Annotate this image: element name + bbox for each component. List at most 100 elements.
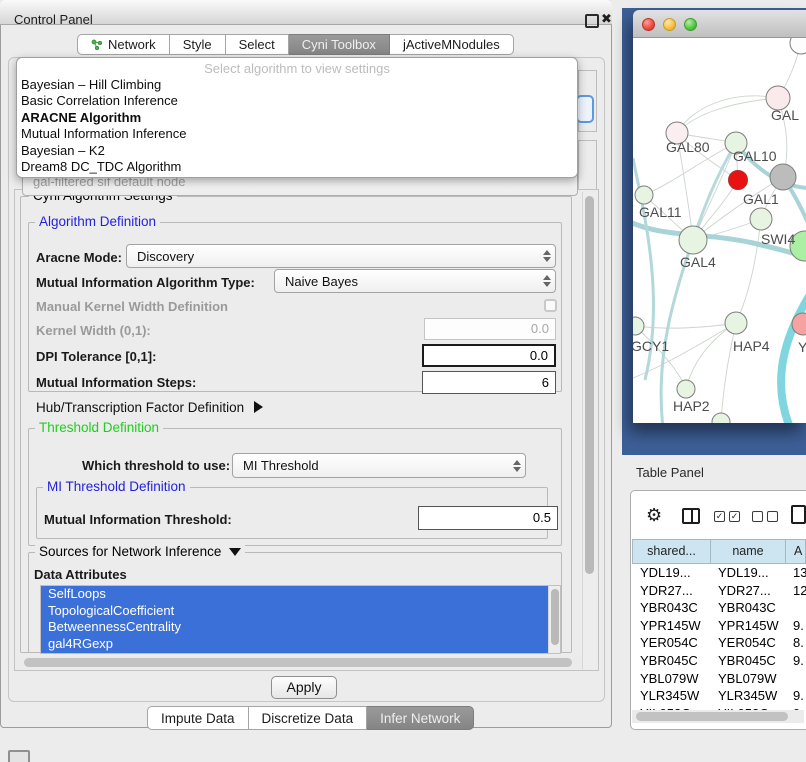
list-scrollbar-thumb[interactable]: [551, 589, 559, 645]
table-cell[interactable]: YER054C: [632, 634, 710, 652]
node-hap2[interactable]: [677, 380, 695, 398]
tab-network[interactable]: Network: [77, 34, 170, 55]
close-traffic-light-icon[interactable]: [642, 18, 655, 31]
table-cell[interactable]: YDR27...: [632, 582, 710, 600]
table-cell[interactable]: YBR045C: [632, 652, 710, 670]
column-header-clipped[interactable]: A: [785, 539, 806, 564]
tab-impute-data[interactable]: Impute Data: [147, 706, 249, 730]
tab-infer-network[interactable]: Infer Network: [367, 706, 474, 730]
table-row[interactable]: YER054CYER054C8.: [632, 634, 806, 652]
checked-checkbox-icon[interactable]: ✓: [729, 511, 740, 522]
table-cell[interactable]: YDL19...: [632, 564, 710, 582]
list-item[interactable]: TopologicalCoefficient: [41, 603, 548, 620]
table-row[interactable]: YPR145WYPR145W9.: [632, 617, 806, 635]
table-cell[interactable]: 9.: [785, 687, 806, 705]
table-row[interactable]: YDL19...YDL19...13: [632, 564, 806, 582]
table-cell[interactable]: YPR145W: [710, 617, 785, 635]
document-icon[interactable]: [791, 505, 806, 524]
tab-jactivemnodules[interactable]: jActiveMNodules: [390, 34, 514, 55]
table-cell[interactable]: YDL19...: [710, 564, 785, 582]
node-gal4[interactable]: [679, 226, 707, 254]
dpi-tolerance-field[interactable]: 0.0: [422, 344, 556, 367]
table-row[interactable]: YBR043CYBR043C: [632, 599, 806, 617]
node-selected-red[interactable]: [729, 171, 748, 190]
algorithm-option-aracne[interactable]: ARACNE Algorithm: [17, 110, 577, 126]
list-item[interactable]: SelfLoops: [41, 586, 548, 603]
table-cell[interactable]: YBL079W: [632, 670, 710, 688]
mi-threshold-field[interactable]: 0.5: [418, 506, 558, 530]
table-row[interactable]: YLR345WYLR345W9.: [632, 687, 806, 705]
threshold-definition-title: Threshold Definition: [35, 420, 163, 435]
algorithm-option-mutual-information[interactable]: Mutual Information Inference: [17, 126, 577, 142]
settings-vertical-scrollbar-thumb[interactable]: [585, 196, 594, 574]
table-cell[interactable]: 13: [785, 564, 806, 582]
settings-vertical-scrollbar[interactable]: [582, 192, 596, 669]
node-gray[interactable]: [770, 164, 796, 190]
gear-icon[interactable]: ⚙: [646, 505, 662, 526]
manual-kernel-checkbox[interactable]: [544, 299, 557, 312]
table-cell[interactable]: YBR043C: [632, 599, 710, 617]
unchecked-checkbox-icon[interactable]: [767, 511, 778, 522]
float-window-icon[interactable]: [585, 14, 599, 28]
table-cell[interactable]: 9.: [785, 652, 806, 670]
table-cell[interactable]: YDR27...: [710, 582, 785, 600]
screen: Control Panel ✖ Network Style Select Cyn…: [0, 0, 806, 762]
table-row[interactable]: YBL079WYBL079W: [632, 670, 806, 688]
unchecked-checkbox-icon[interactable]: [752, 511, 763, 522]
algorithm-option-dream8[interactable]: Dream8 DC_TDC Algorithm: [17, 159, 577, 175]
table-row[interactable]: YDR27...YDR27...12: [632, 582, 806, 600]
close-icon[interactable]: ✖: [601, 11, 612, 27]
column-header-shared-name[interactable]: shared...: [632, 539, 711, 564]
minimized-panel-icon[interactable]: [8, 750, 30, 762]
table-cell[interactable]: YBL079W: [710, 670, 785, 688]
table-cell[interactable]: YPR145W: [632, 617, 710, 635]
list-item[interactable]: BetweennessCentrality: [41, 619, 548, 636]
table-cell[interactable]: 12: [785, 582, 806, 600]
apply-button[interactable]: Apply: [271, 676, 337, 699]
table-cell[interactable]: YER054C: [710, 634, 785, 652]
kernel-width-field[interactable]: 0.0: [424, 318, 556, 340]
node-gcy1[interactable]: [633, 317, 644, 335]
tab-select[interactable]: Select: [226, 34, 289, 55]
which-threshold-combobox[interactable]: MI Threshold: [232, 453, 526, 478]
algorithm-option-bayesian-hill-climbing[interactable]: Bayesian – Hill Climbing: [17, 77, 577, 93]
algorithm-option-basic-correlation[interactable]: Basic Correlation Inference: [17, 93, 577, 109]
table-cell[interactable]: YLR345W: [632, 687, 710, 705]
table-cell[interactable]: YBR043C: [710, 599, 785, 617]
checked-checkbox-icon[interactable]: ✓: [714, 511, 725, 522]
tab-cyni-toolbox[interactable]: Cyni Toolbox: [289, 34, 390, 55]
network-canvas[interactable]: GAL GAL80 GAL10 GAL11 GAL1 SWI4 GAL4 GCY…: [633, 38, 806, 423]
table-horizontal-scrollbar-thumb[interactable]: [636, 712, 788, 721]
column-header-name[interactable]: name: [710, 539, 786, 564]
zoom-traffic-light-icon[interactable]: [684, 18, 697, 31]
sources-group-title[interactable]: Sources for Network Inference: [35, 544, 245, 559]
mi-steps-field[interactable]: 6: [422, 371, 556, 394]
table-cell[interactable]: YLR345W: [710, 687, 785, 705]
list-item[interactable]: gal4RGexp: [41, 636, 548, 653]
table-cell[interactable]: YBR045C: [710, 652, 785, 670]
algorithm-option-bayesian-k2[interactable]: Bayesian – K2: [17, 143, 577, 159]
node[interactable]: [790, 38, 806, 54]
hub-definition-toggle[interactable]: Hub/Transcription Factor Definition: [36, 400, 263, 415]
settings-horizontal-scrollbar[interactable]: [15, 656, 582, 670]
network-window-titlebar[interactable]: [633, 10, 806, 38]
node-hap4[interactable]: [725, 312, 747, 334]
table-cell[interactable]: 9.: [785, 617, 806, 635]
table-row[interactable]: YBR045CYBR045C9.: [632, 652, 806, 670]
table-horizontal-scrollbar[interactable]: [632, 710, 804, 723]
aracne-mode-combobox[interactable]: Discovery: [126, 244, 556, 268]
tab-discretize-data[interactable]: Discretize Data: [249, 706, 368, 730]
settings-horizontal-scrollbar-thumb[interactable]: [24, 658, 572, 667]
node-gal1[interactable]: [750, 208, 772, 230]
table-panel-title: Table Panel: [636, 465, 704, 480]
node-gal11[interactable]: [635, 186, 653, 204]
data-attributes-list[interactable]: SelfLoops TopologicalCoefficient Between…: [40, 585, 561, 654]
list-scrollbar[interactable]: [548, 586, 560, 653]
mi-type-combobox[interactable]: Naive Bayes: [274, 269, 556, 293]
split-view-icon[interactable]: [682, 508, 700, 524]
table-cell[interactable]: 8.: [785, 634, 806, 652]
tab-style[interactable]: Style: [170, 34, 226, 55]
node[interactable]: [712, 413, 730, 423]
minimize-traffic-light-icon[interactable]: [663, 18, 676, 31]
table-body[interactable]: YDL19...YDL19...13YDR27...YDR27...12YBR0…: [632, 564, 806, 711]
